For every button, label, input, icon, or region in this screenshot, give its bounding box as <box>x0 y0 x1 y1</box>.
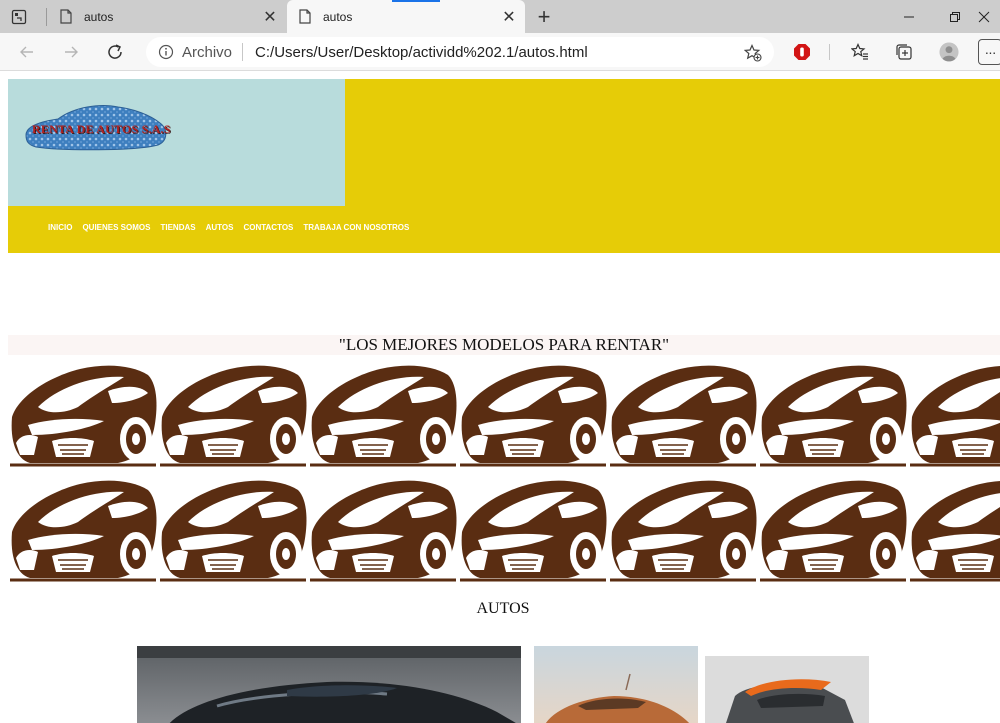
toolbar-separator <box>829 44 830 60</box>
arrow-left-icon <box>20 46 33 58</box>
profile-button[interactable] <box>939 42 959 62</box>
car-photo-orange-suv[interactable] <box>705 656 869 723</box>
loading-indicator <box>392 0 440 2</box>
restore-icon <box>950 11 960 22</box>
menu-item-quienes-somos[interactable]: QUIENES SOMOS <box>82 223 150 232</box>
menu-item-contactos[interactable]: CONTACTOS <box>243 223 293 232</box>
logo-text: RENTA DE AUTOS S.A.S <box>32 122 171 136</box>
url-text[interactable]: C:/Users/User/Desktop/actividd%202.1/aut… <box>255 44 588 61</box>
info-icon[interactable] <box>158 44 174 60</box>
car-photo-image <box>705 656 869 723</box>
tab-actions-button[interactable] <box>8 6 30 28</box>
address-divider <box>242 43 244 61</box>
car-pattern-banner <box>8 355 1000 585</box>
close-window-button[interactable] <box>978 0 1000 33</box>
tab-title: autos <box>84 9 114 24</box>
collections-icon <box>896 44 912 60</box>
tab-2-active[interactable]: autos ✕ <box>287 0 525 33</box>
tab-title: autos <box>323 9 353 24</box>
scheme-label: Archivo <box>182 43 233 61</box>
menu-item-tiendas[interactable]: TIENDAS <box>160 223 195 232</box>
slogan-banner: "LOS MEJORES MODELOS PARA RENTAR" <box>8 335 1000 355</box>
logo-area[interactable]: RENTA DE AUTOS S.A.S <box>8 79 345 206</box>
close-window-icon <box>978 11 990 22</box>
forward-button[interactable] <box>58 39 84 65</box>
tab-1[interactable]: autos ✕ <box>48 0 286 33</box>
stop-sign-icon <box>794 44 810 60</box>
car-photo-image <box>534 646 698 723</box>
site-header: RENTA DE AUTOS S.A.S INICIO QUIENES SOMO… <box>8 79 1000 253</box>
document-icon <box>60 9 72 24</box>
more-options-button[interactable]: ··· <box>978 39 1000 65</box>
reload-icon <box>108 44 122 59</box>
menu-item-trabaja-con-nosotros[interactable]: TRABAJA CON NOSOTROS <box>303 223 409 232</box>
avatar-icon <box>939 42 959 62</box>
web-page: RENTA DE AUTOS S.A.S INICIO QUIENES SOMO… <box>0 72 1000 723</box>
arrow-right-icon <box>65 46 78 58</box>
add-favorite-icon[interactable] <box>744 44 762 62</box>
main-menu: INICIO QUIENES SOMOS TIENDAS AUTOS CONTA… <box>48 223 409 232</box>
document-icon <box>299 9 311 24</box>
tab-strip: autos ✕ autos ✕ + <box>0 0 1000 33</box>
close-tab-icon[interactable]: ✕ <box>260 7 280 27</box>
car-sketch-pattern <box>8 355 1000 585</box>
menu-item-inicio[interactable]: INICIO <box>48 223 72 232</box>
back-button[interactable] <box>14 39 40 65</box>
tab-actions-icon <box>11 9 27 25</box>
menu-item-autos[interactable]: AUTOS <box>206 223 234 232</box>
reload-button[interactable] <box>102 39 128 65</box>
tab-separator <box>46 8 47 26</box>
section-heading: AUTOS <box>476 600 530 617</box>
minimize-button[interactable] <box>886 0 932 33</box>
new-tab-button[interactable]: + <box>532 4 556 29</box>
car-photo-orange-coupe[interactable] <box>534 646 698 723</box>
close-tab-icon[interactable]: ✕ <box>499 7 519 27</box>
favorites-icon <box>851 43 868 60</box>
minimize-icon <box>904 16 914 17</box>
adblock-extension-icon[interactable] <box>792 42 812 62</box>
favorites-button[interactable] <box>850 42 870 62</box>
browser-toolbar: Archivo C:/Users/User/Desktop/actividd%2… <box>0 33 1000 71</box>
car-photo-black-supercar[interactable] <box>137 646 521 723</box>
restore-button[interactable] <box>932 0 978 33</box>
car-photo-image <box>137 646 521 723</box>
address-bar[interactable]: Archivo C:/Users/User/Desktop/actividd%2… <box>146 37 774 67</box>
collections-button[interactable] <box>894 42 914 62</box>
